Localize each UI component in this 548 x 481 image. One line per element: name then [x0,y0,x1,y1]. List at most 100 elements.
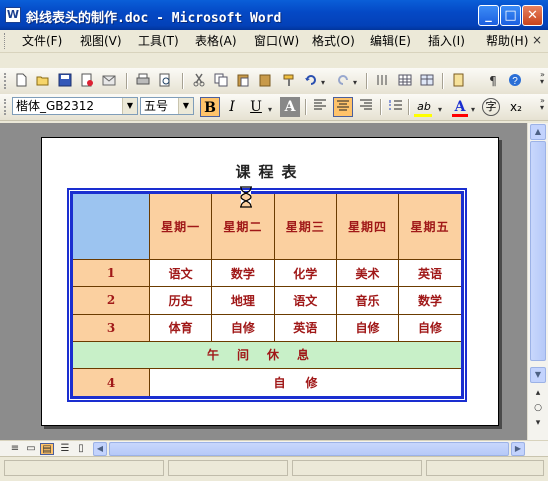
align-left-icon[interactable] [310,97,330,117]
minimize-button[interactable]: _ [478,5,499,26]
table-cell[interactable]: 自修 [398,313,463,342]
font-name-combo[interactable]: 楷体_GB2312 ▼ [12,97,138,115]
menu-view[interactable]: 视图(V) [80,33,122,50]
previous-page-icon[interactable]: ▴ [530,387,546,399]
permission-icon[interactable] [78,72,96,90]
enclose-char-button[interactable]: 字 [482,98,500,116]
underline-dropdown-icon[interactable]: ▾ [266,99,274,117]
table-cell[interactable]: 英语 [273,313,337,342]
menu-table[interactable]: 表格(A) [195,33,237,50]
period-number[interactable]: 2 [71,286,150,315]
close-button[interactable]: ✕ [522,5,543,26]
menu-format[interactable]: 格式(O) [312,33,355,50]
chevron-down-icon[interactable]: ▼ [178,98,193,114]
close-document-icon[interactable]: × [532,33,542,47]
menu-tools[interactable]: 工具(T) [138,33,179,50]
align-right-icon[interactable] [356,97,376,117]
header-cell[interactable]: 星期四 [335,192,400,260]
scroll-right-icon[interactable]: ▶ [511,442,525,456]
select-browse-object-icon[interactable]: ○ [530,402,546,414]
scroll-up-icon[interactable]: ▲ [530,124,546,140]
print-layout-icon[interactable]: ▤ [40,443,54,455]
table-cell[interactable]: 语文 [148,258,213,288]
toolbar-grip[interactable] [4,73,6,89]
header-cell[interactable]: 星期三 [273,192,337,260]
scroll-thumb[interactable] [530,141,546,361]
table-cell[interactable]: 历史 [148,286,213,315]
new-doc-icon[interactable] [12,72,30,90]
print-icon[interactable] [134,72,152,90]
subscript-button[interactable]: x₂ [506,97,526,117]
format-painter-icon[interactable] [280,72,298,90]
undo-dropdown-icon[interactable]: ▾ [318,72,328,90]
table-cell[interactable]: 化学 [273,258,337,288]
menu-help[interactable]: 帮助(H) [486,33,528,50]
next-page-icon[interactable]: ▾ [530,417,546,429]
document-area[interactable]: 课程表 星期一 星期二 星期三 星期四 星期五 1 语文 数学 化学 美术 英语… [0,123,527,440]
toolbar-grip[interactable] [4,99,6,115]
menu-insert[interactable]: 插入(I) [428,33,465,50]
open-folder-icon[interactable] [34,72,52,90]
highlight-dropdown-icon[interactable]: ▾ [436,99,444,117]
table-cell[interactable]: 地理 [211,286,275,315]
period-number[interactable]: 3 [71,313,150,342]
web-layout-icon[interactable]: ▭ [24,443,38,455]
table-cell[interactable]: 美术 [335,258,400,288]
lunch-break-cell[interactable]: 午间休息 [71,340,463,370]
chevron-down-icon[interactable]: ▼ [122,98,137,114]
word-doc-icon[interactable]: W [5,7,21,23]
table-cell[interactable]: 音乐 [335,286,400,315]
cut-icon[interactable] [190,72,208,90]
header-cell[interactable]: 星期一 [148,192,213,260]
toolbar-options-icon[interactable]: » ▾ [540,97,546,112]
numbering-icon[interactable] [386,97,406,117]
menu-grip[interactable] [4,33,8,49]
align-center-icon[interactable] [333,97,353,117]
insert-table-icon[interactable] [418,72,436,90]
corner-cell[interactable] [71,192,150,260]
italic-button[interactable]: I [222,97,242,117]
reading-layout-icon[interactable]: ▯ [74,443,88,455]
font-color-dropdown-icon[interactable]: ▾ [469,99,477,117]
menu-file[interactable]: 文件(F) [22,33,62,50]
columns-icon[interactable] [374,72,392,90]
vertical-scrollbar[interactable]: ▲ ▼ ▴ ○ ▾ [527,123,548,440]
char-shading-button[interactable]: A [280,97,300,117]
table-icon[interactable] [396,72,414,90]
copy-icon[interactable] [212,72,230,90]
period-number[interactable]: 1 [71,258,150,288]
document-page[interactable]: 课程表 星期一 星期二 星期三 星期四 星期五 1 语文 数学 化学 美术 英语… [41,137,499,426]
show-formatting-icon[interactable]: ¶ [484,72,502,90]
save-icon[interactable] [56,72,74,90]
self-study-cell[interactable]: 自修 [149,368,463,398]
toolbar-options-icon[interactable]: » ▾ [540,71,546,86]
scroll-left-icon[interactable]: ◀ [93,442,107,456]
table-cell[interactable]: 自修 [211,313,275,342]
table-cell[interactable]: 体育 [148,313,213,342]
bold-button[interactable]: B [200,97,220,117]
table-cell[interactable]: 数学 [398,286,463,315]
paste-special-icon[interactable] [256,72,274,90]
normal-view-icon[interactable]: ≡ [8,443,22,455]
paste-icon[interactable] [234,72,252,90]
print-preview-icon[interactable] [156,72,174,90]
outline-icon[interactable]: ☰ [58,443,72,455]
underline-button[interactable]: U [246,97,266,117]
horizontal-scrollbar[interactable]: ◀ ▶ [93,442,525,456]
menu-window[interactable]: 窗口(W) [254,33,299,50]
horizontal-scroll-thumb[interactable] [109,442,509,456]
font-size-combo[interactable]: 五号 ▼ [140,97,194,115]
table-cell[interactable]: 英语 [398,258,463,288]
research-icon[interactable] [450,72,468,90]
table-cell[interactable]: 语文 [273,286,337,315]
redo-dropdown-icon[interactable]: ▾ [350,72,360,90]
maximize-button[interactable]: □ [500,5,521,26]
menu-edit[interactable]: 编辑(E) [370,33,411,50]
schedule-table[interactable]: 星期一 星期二 星期三 星期四 星期五 1 语文 数学 化学 美术 英语 2 历… [67,188,467,402]
email-icon[interactable] [100,72,118,90]
scroll-down-icon[interactable]: ▼ [530,367,546,383]
header-cell[interactable]: 星期五 [398,192,463,260]
table-cell[interactable]: 数学 [211,258,275,288]
help-icon[interactable]: ? [506,72,524,90]
period-number[interactable]: 4 [71,368,150,398]
